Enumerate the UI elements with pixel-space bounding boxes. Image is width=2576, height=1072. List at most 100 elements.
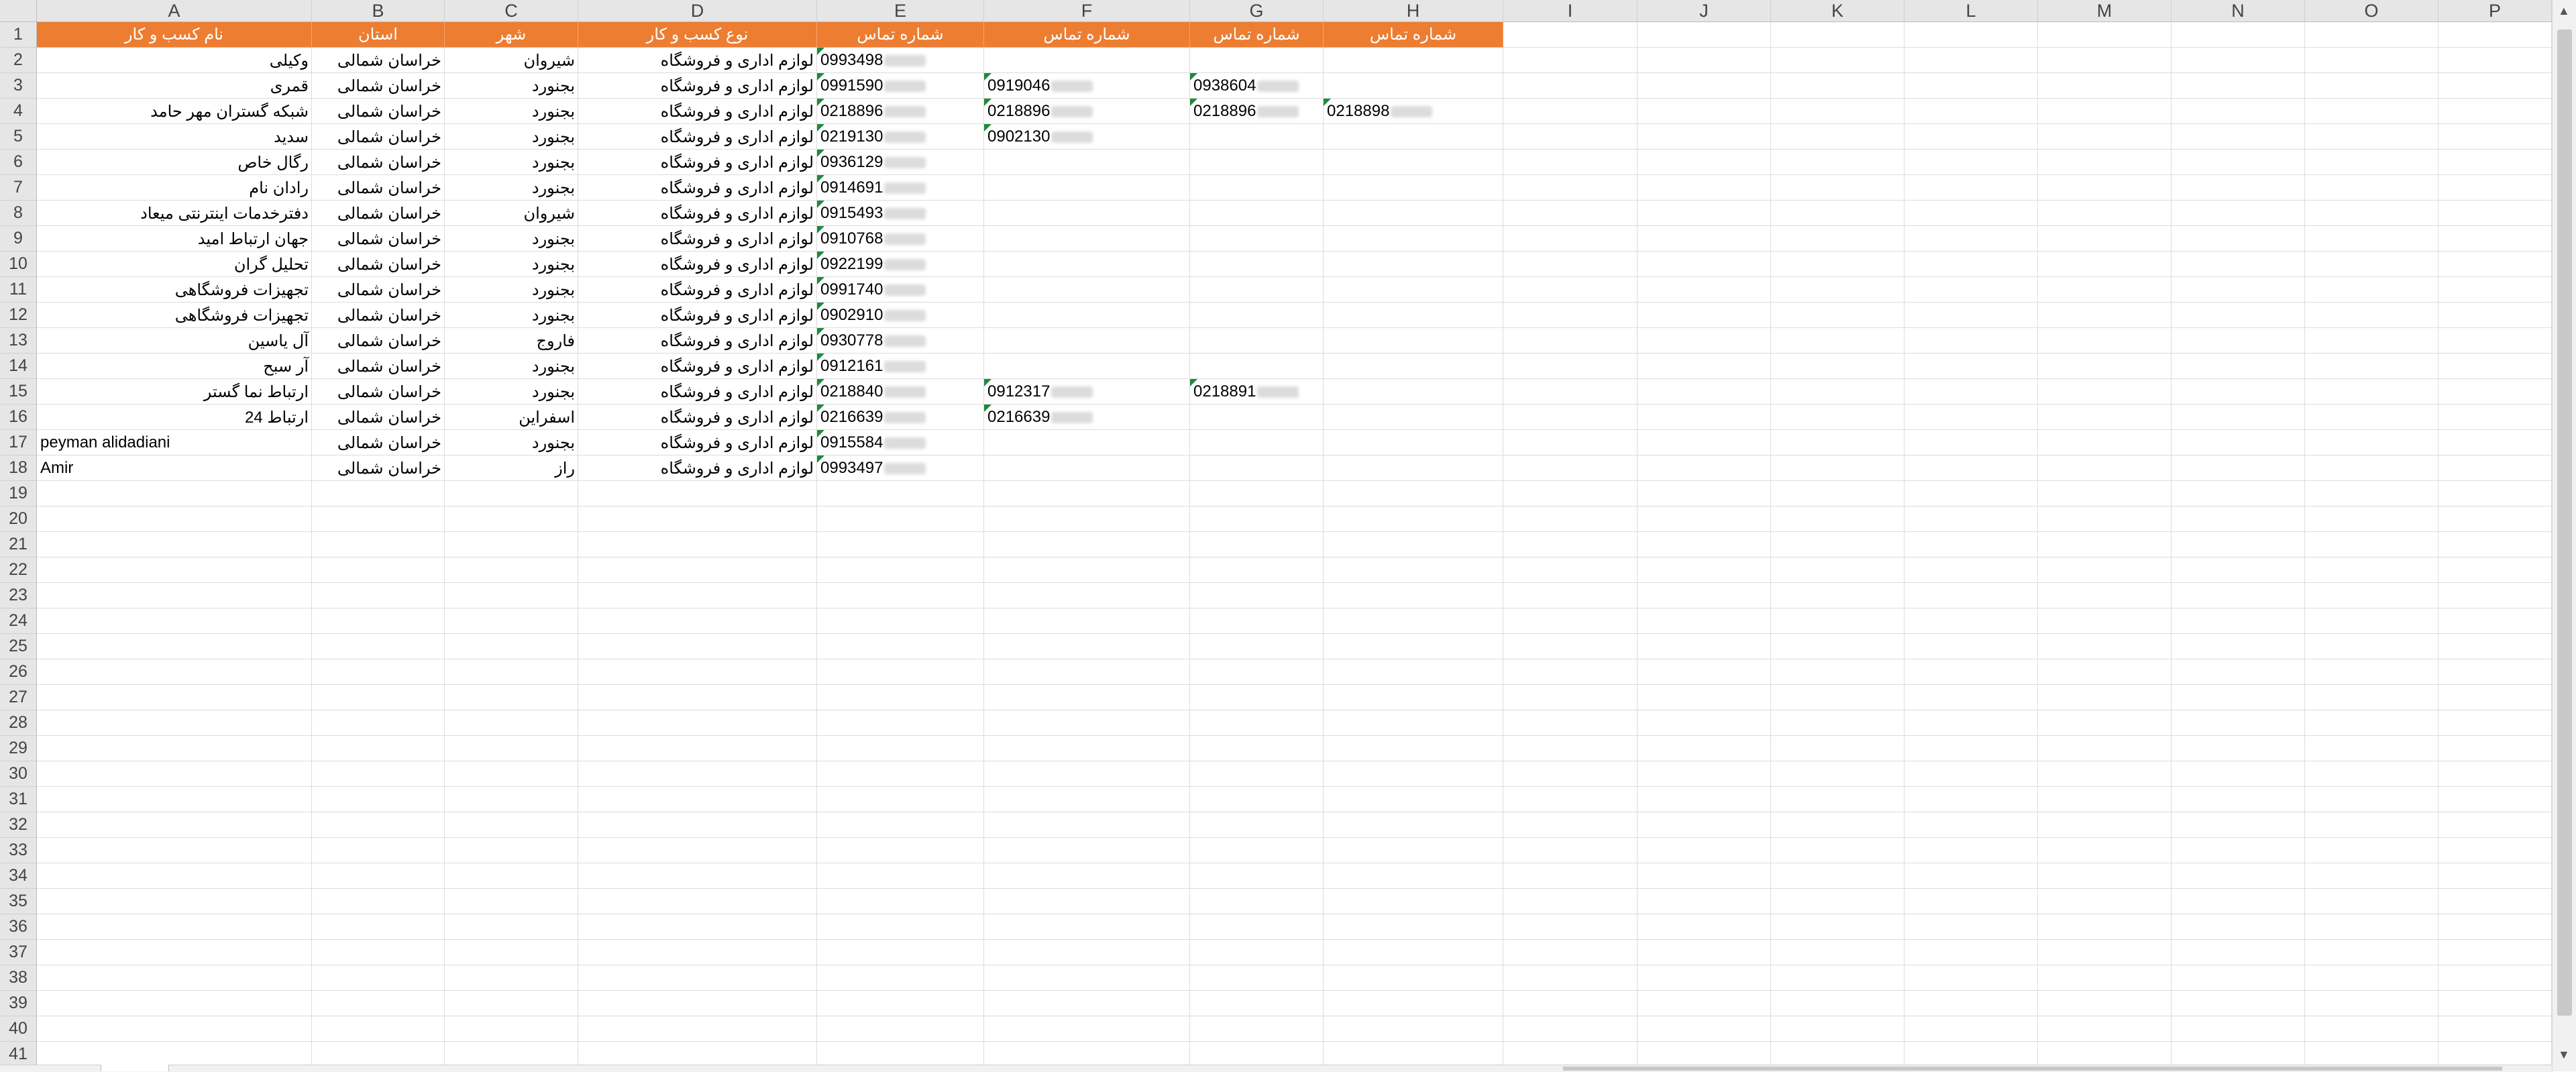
business-name-cell[interactable]: آل یاسین [37,328,312,354]
province-cell[interactable]: خراسان شمالی [312,303,445,328]
phone-cell[interactable]: 0216639 [817,405,984,430]
row-header-16[interactable]: 16 [0,405,37,430]
row-header-2[interactable]: 2 [0,48,37,73]
province-cell[interactable]: خراسان شمالی [312,277,445,303]
phone-cell[interactable]: 0919046 [984,73,1190,99]
row-header-28[interactable]: 28 [0,710,37,736]
business-type-cell[interactable]: لوازم اداری و فروشگاه [578,150,817,175]
business-name-cell[interactable]: جهان ارتباط امید [37,226,312,252]
city-cell[interactable]: بجنورد [445,303,578,328]
header-cell-c[interactable]: شهر [445,22,578,48]
row-header-24[interactable]: 24 [0,608,37,634]
city-cell[interactable]: فاروج [445,328,578,354]
city-cell[interactable]: بجنورد [445,252,578,277]
business-name-cell[interactable]: تجهیزات فروشگاهی [37,277,312,303]
business-type-cell[interactable]: لوازم اداری و فروشگاه [578,405,817,430]
phone-cell[interactable]: 0936129 [817,150,984,175]
horizontal-scroll-thumb[interactable] [1563,1067,2502,1071]
row-header-3[interactable]: 3 [0,73,37,99]
city-cell[interactable]: بجنورد [445,150,578,175]
business-name-cell[interactable]: آر سبح [37,354,312,379]
row-header-21[interactable]: 21 [0,532,37,557]
row-header-13[interactable]: 13 [0,328,37,354]
phone-cell[interactable]: 0219130 [817,124,984,150]
row-header-35[interactable]: 35 [0,889,37,914]
row-header-4[interactable]: 4 [0,99,37,124]
business-name-cell[interactable]: قمری [37,73,312,99]
city-cell[interactable]: بجنورد [445,277,578,303]
select-all-corner[interactable] [0,0,37,22]
province-cell[interactable]: خراسان شمالی [312,252,445,277]
city-cell[interactable]: بجنورد [445,379,578,405]
row-header-7[interactable]: 7 [0,175,37,201]
province-cell[interactable]: خراسان شمالی [312,124,445,150]
business-type-cell[interactable]: لوازم اداری و فروشگاه [578,455,817,481]
business-name-cell[interactable]: peyman alidadiani [37,430,312,455]
province-cell[interactable]: خراسان شمالی [312,328,445,354]
sheet-tab[interactable] [101,1065,169,1071]
row-header-33[interactable]: 33 [0,838,37,863]
row-header-39[interactable]: 39 [0,991,37,1016]
column-header-l[interactable]: L [1904,0,2038,22]
phone-cell[interactable]: 0938604 [1190,73,1324,99]
column-header-p[interactable]: P [2438,0,2552,22]
province-cell[interactable]: خراسان شمالی [312,175,445,201]
column-header-a[interactable]: A [37,0,312,22]
column-header-b[interactable]: B [312,0,445,22]
business-name-cell[interactable]: Amir [37,455,312,481]
business-type-cell[interactable]: لوازم اداری و فروشگاه [578,379,817,405]
province-cell[interactable]: خراسان شمالی [312,354,445,379]
phone-cell[interactable]: 0993498 [817,48,984,73]
business-name-cell[interactable]: ارتباط نما گستر [37,379,312,405]
row-header-18[interactable]: 18 [0,455,37,481]
row-header-10[interactable]: 10 [0,252,37,277]
row-header-30[interactable]: 30 [0,761,37,787]
header-cell-d[interactable]: نوع کسب و کار [578,22,817,48]
phone-cell[interactable]: 0991740 [817,277,984,303]
header-cell-g[interactable]: شماره تماس [1190,22,1324,48]
business-type-cell[interactable]: لوازم اداری و فروشگاه [578,252,817,277]
row-header-25[interactable]: 25 [0,634,37,659]
province-cell[interactable]: خراسان شمالی [312,379,445,405]
vertical-scroll-thumb[interactable] [2557,30,2572,1016]
vertical-scrollbar[interactable]: ▲ ▼ [2552,0,2576,1071]
phone-cell[interactable]: 0218898 [1324,99,1503,124]
row-header-11[interactable]: 11 [0,277,37,303]
row-header-38[interactable]: 38 [0,965,37,991]
city-cell[interactable]: شیروان [445,48,578,73]
business-type-cell[interactable]: لوازم اداری و فروشگاه [578,99,817,124]
header-cell-f[interactable]: شماره تماس [984,22,1190,48]
row-header-40[interactable]: 40 [0,1016,37,1042]
row-header-14[interactable]: 14 [0,354,37,379]
business-name-cell[interactable]: دفترخدمات اینترنتی میعاد [37,201,312,226]
row-header-29[interactable]: 29 [0,736,37,761]
phone-cell[interactable]: 0216639 [984,405,1190,430]
business-name-cell[interactable]: تحلیل گران [37,252,312,277]
phone-cell[interactable]: 0912317 [984,379,1190,405]
business-type-cell[interactable]: لوازم اداری و فروشگاه [578,73,817,99]
column-header-o[interactable]: O [2305,0,2438,22]
phone-cell[interactable]: 0912161 [817,354,984,379]
phone-cell[interactable]: 0930778 [817,328,984,354]
province-cell[interactable]: خراسان شمالی [312,48,445,73]
scroll-down-arrow-icon[interactable]: ▼ [2558,1048,2570,1062]
city-cell[interactable]: بجنورد [445,73,578,99]
business-name-cell[interactable]: رادان نام [37,175,312,201]
column-header-d[interactable]: D [578,0,817,22]
phone-cell[interactable]: 0902910 [817,303,984,328]
province-cell[interactable]: خراسان شمالی [312,99,445,124]
row-header-26[interactable]: 26 [0,659,37,685]
header-cell-h[interactable]: شماره تماس [1324,22,1503,48]
province-cell[interactable]: خراسان شمالی [312,430,445,455]
phone-cell[interactable]: 0218896 [984,99,1190,124]
column-header-f[interactable]: F [984,0,1190,22]
horizontal-scrollbar[interactable] [0,1065,2552,1072]
business-name-cell[interactable]: وکیلی [37,48,312,73]
row-header-34[interactable]: 34 [0,863,37,889]
row-header-5[interactable]: 5 [0,124,37,150]
city-cell[interactable]: بجنورد [445,226,578,252]
header-cell-b[interactable]: استان [312,22,445,48]
column-header-g[interactable]: G [1190,0,1324,22]
business-type-cell[interactable]: لوازم اداری و فروشگاه [578,430,817,455]
row-header-12[interactable]: 12 [0,303,37,328]
